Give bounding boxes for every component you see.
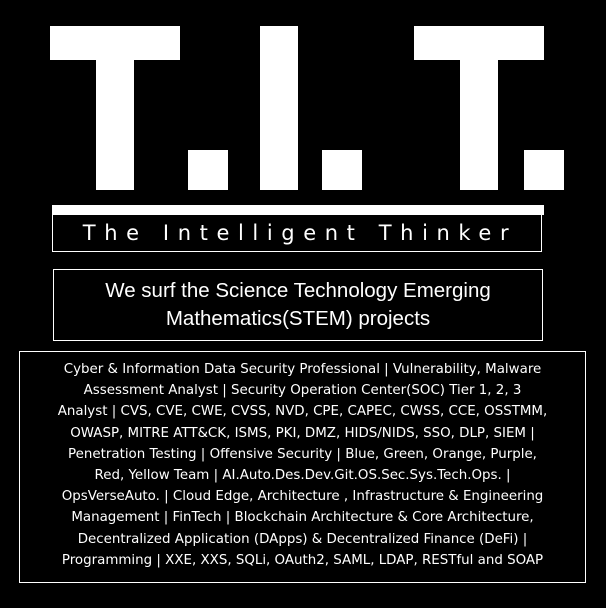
skills-box: Cyber & Information Data Security Profes…	[19, 351, 586, 583]
tagline-line-1: We surf the Science Technology Emerging	[105, 279, 491, 302]
subtitle-box: The Intelligent Thinker	[52, 214, 542, 252]
logo-letter-t-2-stem	[460, 26, 498, 190]
logo-dot-2	[322, 150, 362, 190]
tit-logo	[40, 18, 570, 196]
logo-letter-t-1-stem	[96, 26, 134, 190]
subtitle-text: The Intelligent Thinker	[82, 220, 518, 245]
skills-line: Penetration Testing | Offensive Security…	[68, 446, 537, 462]
skills-line: OpsVerseAuto. | Cloud Edge, Architecture…	[61, 489, 544, 505]
logo-dot-3	[524, 150, 564, 190]
skills-line: Cyber & Information Data Security Profes…	[63, 362, 542, 377]
skills-line: Assessment Analyst | Security Operation …	[83, 383, 522, 399]
tagline-box: We surf the Science Technology Emerging …	[53, 269, 543, 341]
logo-letter-i	[260, 26, 298, 190]
logo-dot-1	[188, 150, 228, 190]
skills-line: OWASP, MITRE ATT&CK, ISMS, PKI, DMZ, HID…	[70, 425, 535, 441]
skills-line: Decentralized Application (DApps) & Dece…	[77, 531, 528, 547]
tagline-line-2: Mathematics(STEM) projects	[165, 307, 431, 330]
skills-line: Red, Yellow Team | AI.Auto.Des.Dev.Git.O…	[94, 468, 511, 484]
skills-line: Analyst | CVS, CVE, CWE, CVSS, NVD, CPE,…	[57, 404, 548, 420]
tit-logo-graphic	[50, 26, 564, 190]
skills-line: Management | FinTech | Blockchain Archit…	[71, 510, 534, 526]
skills-line: Programming | XXE, XXS, SQLi, OAuth2, SA…	[61, 552, 544, 568]
